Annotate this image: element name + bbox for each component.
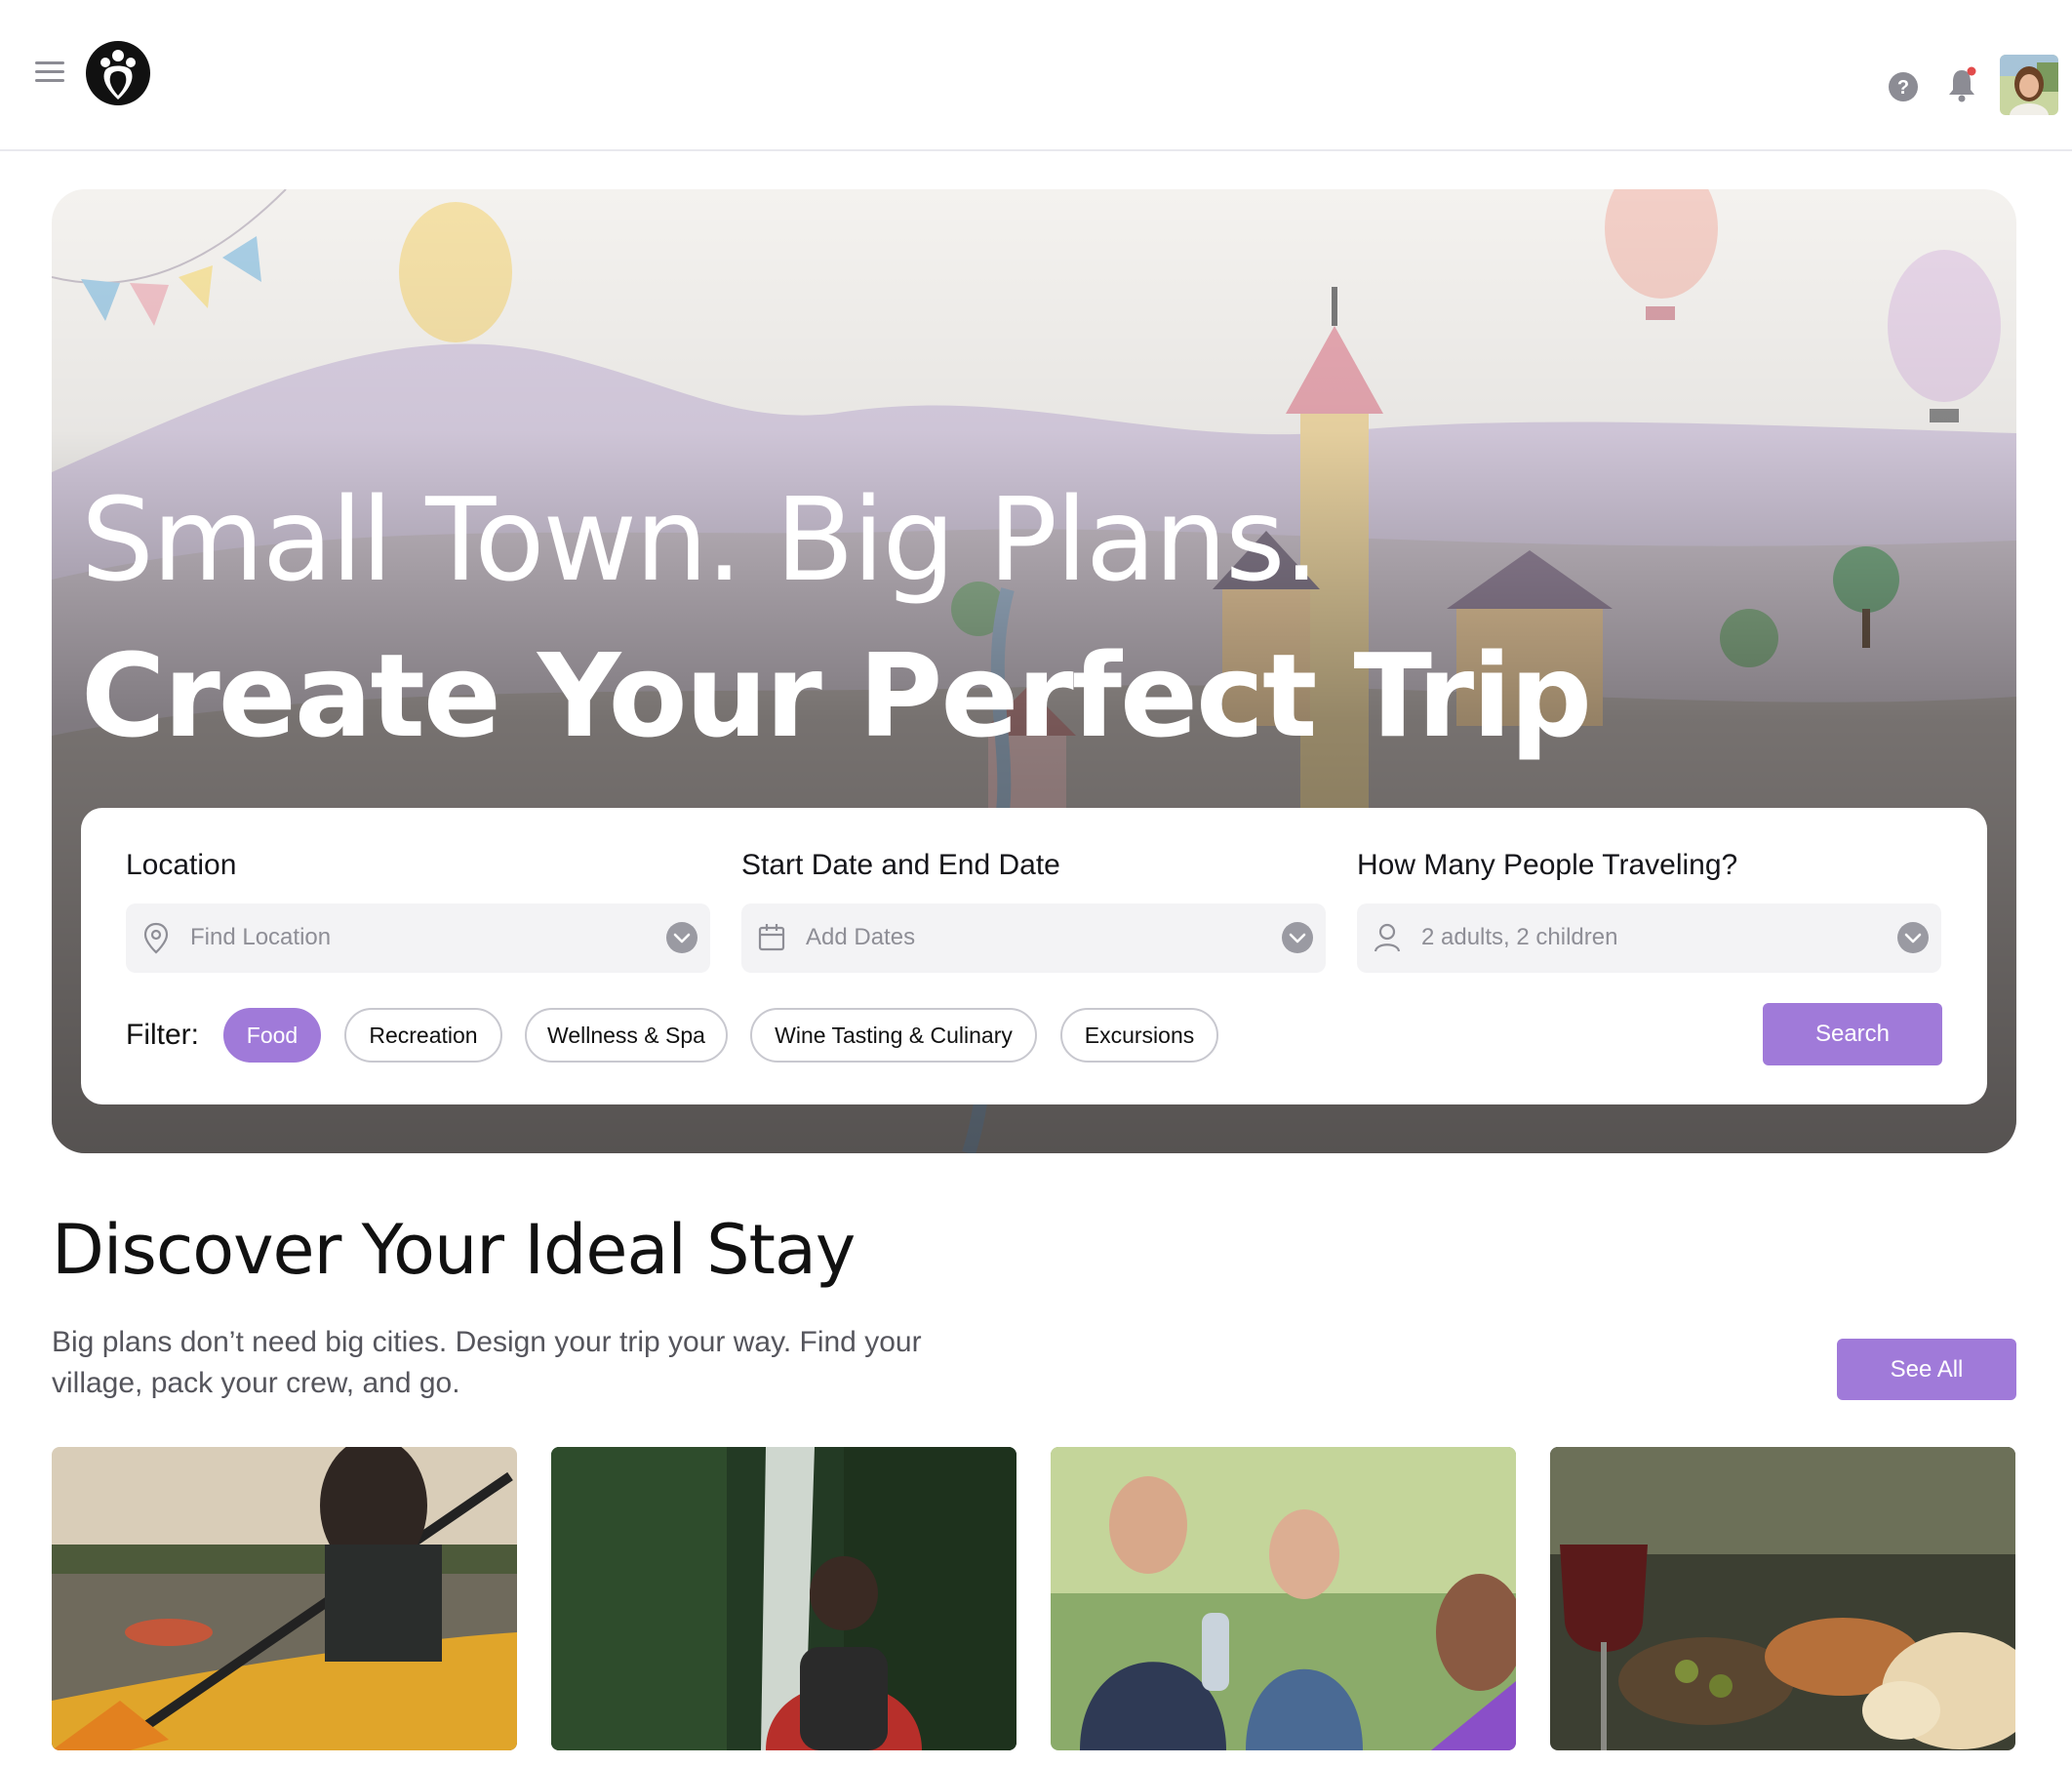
travelers-value: 2 adults, 2 children: [1421, 924, 1618, 950]
bell-icon[interactable]: [1946, 66, 1977, 103]
hero-title-line-1: Small Town. Big Plans.: [81, 472, 1320, 607]
dates-label: Start Date and End Date: [741, 849, 1060, 881]
hero-title-line-2: Create Your Perfect Trip: [81, 628, 1592, 763]
dates-field[interactable]: Add Dates: [741, 903, 1326, 973]
question-circle-icon[interactable]: ?: [1888, 71, 1919, 102]
wine-and-food-photo[interactable]: [1550, 1447, 2015, 1750]
svg-text:?: ?: [1897, 77, 1909, 99]
filter-chip-recreation[interactable]: Recreation: [344, 1008, 502, 1063]
dates-placeholder: Add Dates: [806, 924, 916, 950]
friends-outdoors-photo[interactable]: [1051, 1447, 1516, 1750]
travelers-field[interactable]: 2 adults, 2 children: [1357, 903, 1941, 973]
location-label: Location: [126, 849, 237, 881]
hamburger-menu-icon[interactable]: [35, 61, 64, 83]
location-field[interactable]: Find Location: [126, 903, 710, 973]
search-button[interactable]: Search: [1763, 1003, 1942, 1065]
kayaking-photo[interactable]: [52, 1447, 517, 1750]
section-title: Discover Your Ideal Stay: [52, 1210, 856, 1290]
chevron-down-icon[interactable]: [1896, 921, 1930, 954]
chevron-down-icon[interactable]: [1281, 921, 1314, 954]
filter-chip-food[interactable]: Food: [223, 1008, 321, 1063]
map-pin-icon: [143, 922, 169, 954]
see-all-button[interactable]: See All: [1837, 1339, 2016, 1400]
filter-chip-excursions[interactable]: Excursions: [1060, 1008, 1218, 1063]
top-navigation-bar: ?: [0, 0, 2072, 151]
user-avatar[interactable]: [2000, 55, 2058, 115]
chevron-down-icon[interactable]: [665, 921, 698, 954]
travelers-label: How Many People Traveling?: [1357, 849, 1738, 881]
waterfall-hike-photo[interactable]: [551, 1447, 1016, 1750]
location-placeholder: Find Location: [190, 924, 332, 950]
section-description: Big plans don’t need big cities. Design …: [52, 1326, 922, 1399]
search-card: Location Find Location Start Date and En…: [81, 808, 1987, 1104]
filter-label: Filter:: [126, 1019, 199, 1051]
filter-chip-wellness-spa[interactable]: Wellness & Spa: [525, 1008, 728, 1063]
brand-logo-icon[interactable]: [84, 39, 152, 107]
calendar-icon: [758, 924, 785, 951]
filter-chip-wine-tasting[interactable]: Wine Tasting & Culinary: [750, 1008, 1037, 1063]
hero-banner: Small Town. Big Plans. Create Your Perfe…: [52, 189, 2016, 1153]
user-icon: [1374, 923, 1401, 952]
